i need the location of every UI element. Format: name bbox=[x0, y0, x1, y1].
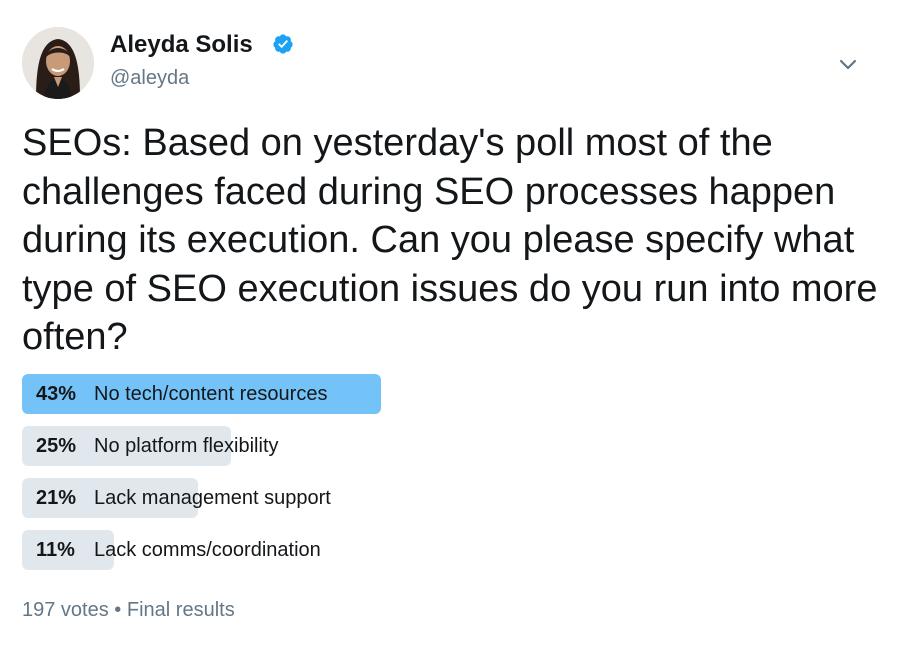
tweet-card: Aleyda Solis @aleyda SEOs: Based on yest… bbox=[0, 0, 900, 646]
poll-status: Final results bbox=[126, 599, 235, 621]
poll-footer: 197 votes • Final results bbox=[22, 598, 235, 622]
author-handle[interactable]: @aleyda bbox=[110, 66, 189, 90]
poll-percent: 43% bbox=[36, 383, 77, 405]
poll-option-label: Lack management support bbox=[94, 487, 331, 509]
avatar[interactable] bbox=[22, 27, 94, 99]
chevron-down-icon[interactable] bbox=[834, 50, 862, 78]
poll-separator: • bbox=[114, 599, 122, 621]
poll-option: 21% Lack management support bbox=[22, 478, 882, 518]
verified-badge-icon bbox=[273, 34, 293, 54]
poll: 43% No tech/content resources 25% No platfo… bbox=[22, 374, 882, 582]
poll-percent: 11% bbox=[36, 539, 75, 561]
profile-photo bbox=[22, 27, 94, 99]
poll-option-label: No platform flexibility bbox=[94, 435, 279, 457]
poll-option-label: No tech/content resources bbox=[94, 383, 328, 405]
poll-option-label: Lack comms/coordination bbox=[94, 539, 321, 561]
poll-option: 43% No tech/content resources bbox=[22, 374, 882, 414]
tweet-text: SEOs: Based on yesterday's poll most of … bbox=[22, 122, 878, 358]
poll-option: 11% Lack comms/coordination bbox=[22, 530, 882, 570]
author-name[interactable]: Aleyda Solis bbox=[110, 30, 253, 60]
poll-vote-count: 197 votes bbox=[22, 599, 109, 621]
poll-percent: 21% bbox=[36, 487, 77, 509]
poll-percent: 25% bbox=[36, 435, 77, 457]
poll-option: 25% No platform flexibility bbox=[22, 426, 882, 466]
